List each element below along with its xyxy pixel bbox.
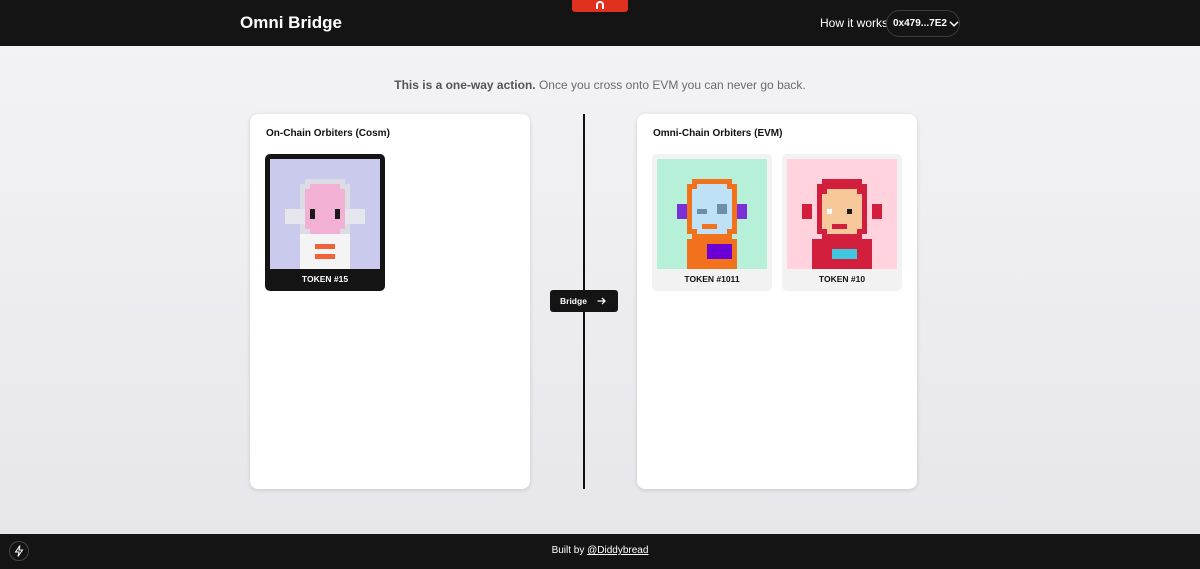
token-label: TOKEN #10	[818, 274, 866, 284]
evm-panel: Omni-Chain Orbiters (EVM) TOKEN #1011 TO…	[637, 114, 917, 489]
top-tab[interactable]	[572, 0, 628, 12]
footer-credit: Built by @Diddybread	[0, 545, 1200, 556]
panel-title: Omni-Chain Orbiters (EVM)	[653, 128, 783, 139]
logo-icon	[596, 1, 604, 9]
how-it-works-link[interactable]: How it works	[820, 16, 888, 30]
notice-text: Once you cross onto EVM you can never go…	[535, 78, 806, 92]
top-navigation-bar: Omni Bridge How it works 0x479...7E2	[0, 0, 1200, 46]
one-way-notice: This is a one-way action. Once you cross…	[0, 78, 1200, 92]
token-label: TOKEN #1011	[684, 274, 740, 284]
app-title[interactable]: Omni Bridge	[240, 13, 342, 33]
nft-image	[270, 159, 380, 269]
cosm-panel: On-Chain Orbiters (Cosm) TOKEN #15	[250, 114, 530, 489]
bridge-label: Bridge	[560, 296, 587, 306]
author-link[interactable]: @Diddybread	[587, 545, 648, 556]
chevron-down-icon	[949, 20, 959, 27]
footer: Built by @Diddybread	[0, 534, 1200, 569]
wallet-button[interactable]: 0x479...7E2	[886, 10, 960, 37]
panel-title: On-Chain Orbiters (Cosm)	[266, 128, 390, 139]
nft-image	[787, 159, 897, 269]
nft-card-token-10[interactable]: TOKEN #10	[782, 154, 902, 291]
nft-card-token-15[interactable]: TOKEN #15	[265, 154, 385, 291]
token-label: TOKEN #15	[301, 274, 349, 284]
notice-bold: This is a one-way action.	[394, 78, 536, 92]
wallet-address: 0x479...7E2	[893, 18, 947, 29]
arrow-right-icon	[597, 297, 606, 305]
nft-card-token-1011[interactable]: TOKEN #1011	[652, 154, 772, 291]
bridge-button[interactable]: Bridge	[550, 290, 618, 312]
footer-prefix: Built by	[551, 545, 588, 556]
nft-image	[657, 159, 767, 269]
